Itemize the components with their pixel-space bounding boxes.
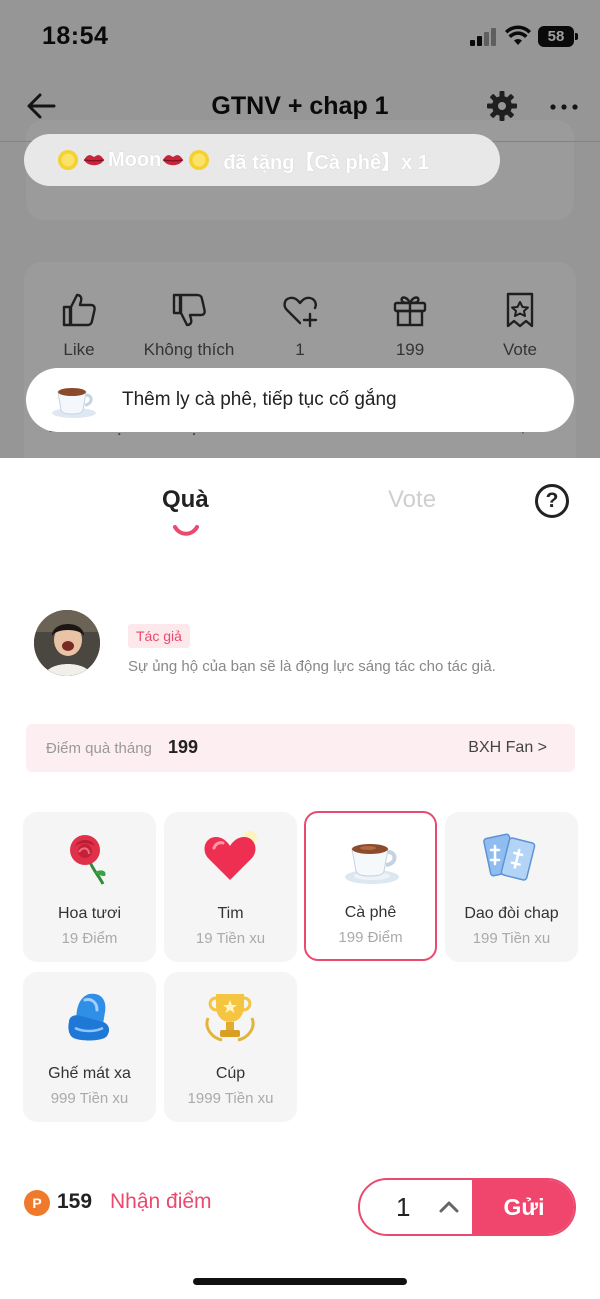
send-button[interactable]: Gửi xyxy=(472,1180,574,1234)
gift-price: 999 Tiền xu xyxy=(50,1090,129,1107)
massage-chair-icon xyxy=(68,993,110,1041)
gift-name: Ghế mát xa xyxy=(48,1065,131,1082)
coffee-thanks-toast: Thêm ly cà phê, tiếp tục cố gắng xyxy=(26,368,574,432)
gift-bottom-sheet: Quà Vote ? Tác giả Sự ủng hộ của bạn sẽ … xyxy=(0,458,600,1299)
coffee-cup-icon xyxy=(345,844,399,884)
lips-emoji-icon xyxy=(163,155,184,166)
quantity-value[interactable]: 1 xyxy=(396,1192,410,1223)
monthly-gift-points-bar: Điểm quà tháng 199 BXH Fan > xyxy=(26,724,575,772)
monthly-points-label: Điểm quà tháng xyxy=(46,740,152,757)
fan-ranking-link[interactable]: BXH Fan > xyxy=(468,739,547,757)
gift-card-coffee[interactable]: Cà phê 199 Điểm xyxy=(304,811,437,961)
gift-name: Tim xyxy=(217,905,244,922)
lips-emoji-icon xyxy=(83,155,105,166)
chevron-up-icon[interactable] xyxy=(438,1198,460,1216)
gift-card-massage-chair[interactable]: Ghế mát xa 999 Tiền xu xyxy=(23,972,156,1122)
help-icon[interactable]: ? xyxy=(535,484,569,518)
author-tag: Tác giả xyxy=(128,624,190,648)
rose-icon xyxy=(70,835,106,885)
monthly-points-value: 199 xyxy=(168,737,199,757)
tab-vote[interactable]: Vote xyxy=(388,486,436,514)
earn-points-link[interactable]: Nhận điểm xyxy=(110,1190,212,1214)
gift-card-blade[interactable]: Dao đòi chap 199 Tiền xu xyxy=(445,812,578,962)
coffee-cup-icon xyxy=(52,388,96,418)
sun-emoji-icon xyxy=(58,150,78,170)
trophy-icon xyxy=(205,994,255,1042)
author-description: Sự ủng hộ của bạn sẽ là động lực sáng tá… xyxy=(128,658,496,675)
author-avatar[interactable] xyxy=(34,610,100,676)
gift-price: 19 Tiền xu xyxy=(195,930,266,947)
tab-gift[interactable]: Quà xyxy=(162,486,209,514)
gift-broadcast-toast: Moon đã tặng【Cà phê】x 1 xyxy=(24,134,500,186)
author-photo xyxy=(34,610,100,676)
gift-price: 19 Điểm xyxy=(61,930,118,947)
send-gift-control: 1 Gửi xyxy=(358,1178,576,1236)
gift-card-heart[interactable]: Tim 19 Tiền xu xyxy=(164,812,297,962)
gift-card-trophy[interactable]: Cúp 1999 Tiền xu xyxy=(164,972,297,1122)
points-coin-icon: P xyxy=(24,1190,50,1216)
sun-emoji-icon xyxy=(189,150,210,170)
gift-price: 199 Tiền xu xyxy=(472,930,551,947)
toast-user-name: Moon xyxy=(108,148,162,171)
gift-price: 1999 Tiền xu xyxy=(187,1090,274,1107)
gift-card-rose[interactable]: Hoa tươi 19 Điểm xyxy=(23,812,156,962)
gift-price: 199 Điểm xyxy=(338,929,403,946)
gift-name: Cà phê xyxy=(344,904,397,921)
toast-gift-message: đã tặng【Cà phê】x 1 xyxy=(223,151,429,174)
points-balance: 159 xyxy=(57,1190,93,1213)
heart-icon xyxy=(204,831,257,880)
active-tab-indicator xyxy=(173,525,199,536)
gift-name: Cúp xyxy=(215,1065,246,1082)
blade-cards-icon xyxy=(483,833,536,881)
gift-name: Dao đòi chap xyxy=(464,905,559,922)
toast-message: Thêm ly cà phê, tiếp tục cố gắng xyxy=(122,389,397,410)
home-indicator[interactable] xyxy=(193,1278,407,1285)
gift-name: Hoa tươi xyxy=(58,905,121,922)
